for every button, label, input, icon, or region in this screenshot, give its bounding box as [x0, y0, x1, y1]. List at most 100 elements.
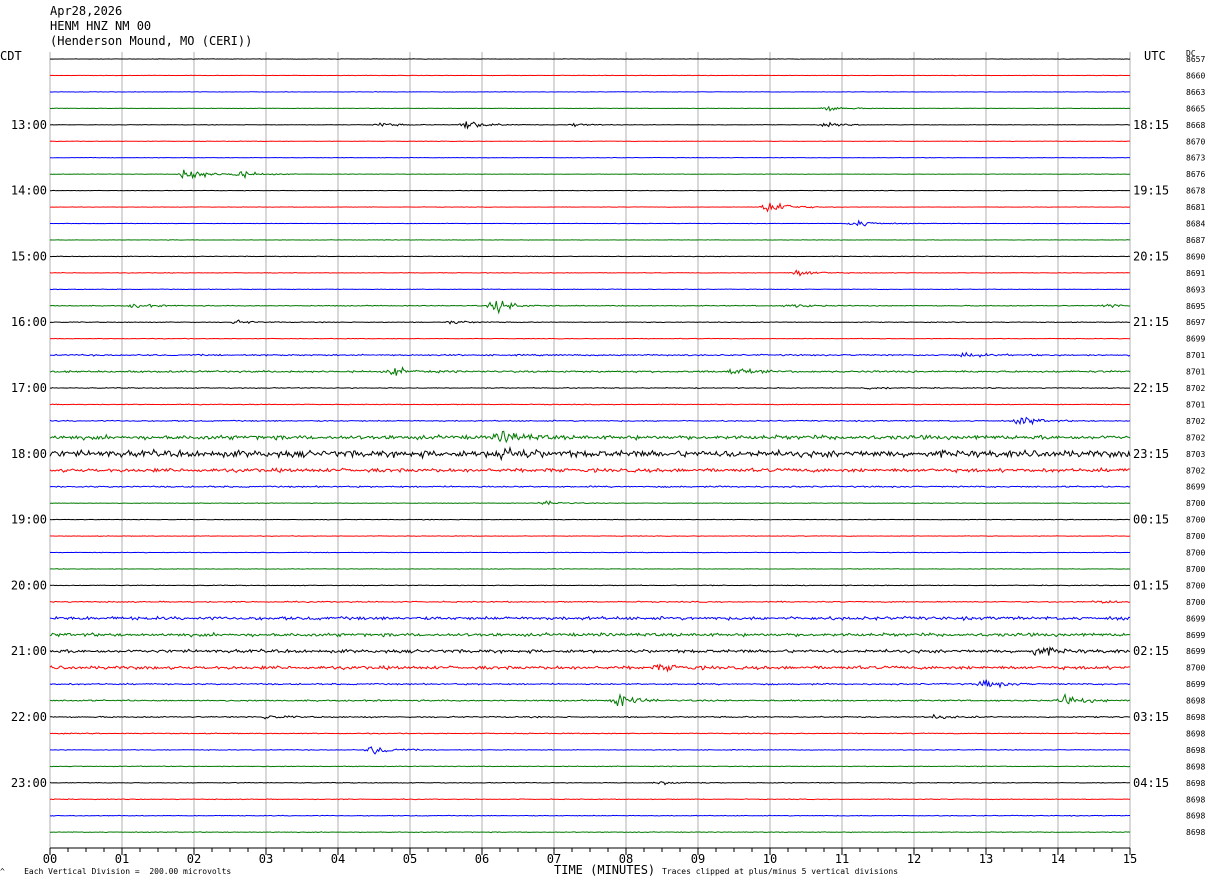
x-tick-label: 02	[187, 852, 201, 866]
clip-note: Traces clipped at plus/minus 5 vertical …	[662, 867, 899, 876]
dc-offset-label: 8700	[1186, 516, 1205, 525]
seismic-trace	[49, 403, 1131, 406]
seismic-trace	[49, 679, 1131, 689]
left-hour-label: 18:00	[11, 447, 47, 461]
dc-offset-label: 8698	[1186, 697, 1205, 706]
seismic-trace	[49, 269, 1131, 277]
seismic-trace	[49, 584, 1131, 587]
x-tick-label: 04	[331, 852, 345, 866]
dc-offset-label: 8700	[1186, 549, 1205, 558]
seismic-trace	[49, 713, 1131, 720]
corner-mark: ^	[0, 867, 5, 876]
seismic-trace	[49, 91, 1131, 93]
dc-offset-label: 8670	[1186, 137, 1205, 146]
seismic-trace	[49, 518, 1131, 521]
seismic-trace	[49, 746, 1131, 755]
dc-offset-label: 8698	[1186, 828, 1205, 837]
right-hour-label: 01:15	[1133, 578, 1169, 592]
x-tick-label: 10	[763, 852, 777, 866]
dc-offset-label: 8690	[1186, 252, 1205, 261]
left-hour-label: 20:00	[11, 578, 47, 592]
dc-offset-label: 8699	[1186, 680, 1205, 689]
left-hour-label: 17:00	[11, 381, 47, 395]
dc-offset-label: 8678	[1186, 187, 1205, 196]
dc-offset-label: 8699	[1186, 614, 1205, 623]
seismic-trace	[49, 551, 1131, 554]
seismic-trace	[49, 445, 1131, 462]
seismic-trace	[49, 798, 1131, 801]
dc-offset-label: 8701	[1186, 400, 1205, 409]
left-hour-label: 13:00	[11, 118, 47, 132]
seismic-trace	[49, 337, 1131, 340]
dc-offset-label: 8697	[1186, 318, 1205, 327]
x-tick-label: 01	[115, 852, 129, 866]
dc-offset-label: 8698	[1186, 746, 1205, 755]
seismic-trace	[49, 781, 1130, 786]
grid-lines	[49, 52, 1131, 848]
right-hour-label: 20:15	[1133, 249, 1169, 263]
x-axis-title: TIME (MINUTES)	[554, 863, 656, 877]
seismic-trace	[49, 255, 1131, 258]
dc-offset-label: 8698	[1186, 729, 1205, 738]
seismic-trace	[49, 300, 1131, 315]
scale-note: ^ Each Vertical Division = 200.00 microv…	[0, 867, 231, 876]
dc-offset-labels: 8657 8660 8663 8665 8668 8670 8673 8676 8678 8681…	[1186, 55, 1205, 837]
x-tick-label: 05	[403, 852, 417, 866]
x-tick-label: 14	[1051, 852, 1065, 866]
seismic-trace	[49, 156, 1131, 159]
seismic-trace	[49, 645, 1131, 657]
dc-offset-label: 8700	[1186, 598, 1205, 607]
seismic-trace	[49, 189, 1130, 192]
x-tick-label: 06	[475, 852, 489, 866]
dc-offset-label: 8687	[1186, 236, 1205, 245]
seismic-trace	[49, 288, 1130, 291]
seismic-trace	[49, 319, 1131, 325]
seismic-trace	[49, 219, 1131, 227]
seismic-trace	[49, 74, 1131, 77]
scale-note-text: Each Vertical Division = 200.00 microvol…	[24, 867, 232, 876]
dc-offset-label: 8702	[1186, 384, 1205, 393]
dc-offset-label: 8665	[1186, 104, 1205, 113]
left-hour-label: 22:00	[11, 710, 47, 724]
dc-offset-label: 8701	[1186, 368, 1205, 377]
dc-offset-label: 8698	[1186, 812, 1205, 821]
left-hour-label: 16:00	[11, 315, 47, 329]
right-hour-label: 21:15	[1133, 315, 1169, 329]
seismic-trace	[49, 663, 1131, 673]
dc-offset-label: 8699	[1186, 631, 1205, 640]
dc-offset-label: 8698	[1186, 762, 1205, 771]
seismic-trace	[49, 365, 1131, 376]
left-hour-label: 21:00	[11, 644, 47, 658]
dc-offset-label: 8699	[1186, 647, 1205, 656]
dc-offset-label: 8663	[1186, 88, 1205, 97]
left-hour-label: 14:00	[11, 184, 47, 198]
dc-offset-label: 8676	[1186, 170, 1205, 179]
x-tick-label: 13	[979, 852, 993, 866]
seismic-trace	[49, 121, 1131, 130]
dc-offset-label: 8703	[1186, 450, 1205, 459]
dc-offset-label: 8698	[1186, 779, 1205, 788]
seismic-trace	[49, 140, 1131, 143]
dc-offset-label: 8681	[1186, 203, 1205, 212]
dc-offset-label: 8684	[1186, 220, 1205, 229]
seismic-trace	[49, 169, 1131, 180]
left-hour-label: 23:00	[11, 776, 47, 790]
dc-offset-label: 8673	[1186, 154, 1205, 163]
dc-offset-label: 8693	[1186, 285, 1205, 294]
dc-offset-label: 8702	[1186, 417, 1205, 426]
seismic-trace	[49, 485, 1131, 489]
right-hour-label: 03:15	[1133, 710, 1169, 724]
dc-offset-label: 8701	[1186, 351, 1205, 360]
dc-offset-label: 8700	[1186, 664, 1205, 673]
seismic-trace	[49, 765, 1131, 768]
seismic-trace	[49, 466, 1131, 474]
dc-offset-label: 8700	[1186, 581, 1205, 590]
trace-group	[49, 58, 1131, 834]
right-hour-label: 19:15	[1133, 184, 1169, 198]
dc-offset-label: 8702	[1186, 466, 1205, 475]
seismic-trace	[49, 692, 1131, 707]
dc-offset-label: 8700	[1186, 499, 1205, 508]
seismic-trace	[49, 732, 1131, 735]
seismic-trace	[49, 500, 1131, 506]
dc-offset-label: 8698	[1186, 795, 1205, 804]
